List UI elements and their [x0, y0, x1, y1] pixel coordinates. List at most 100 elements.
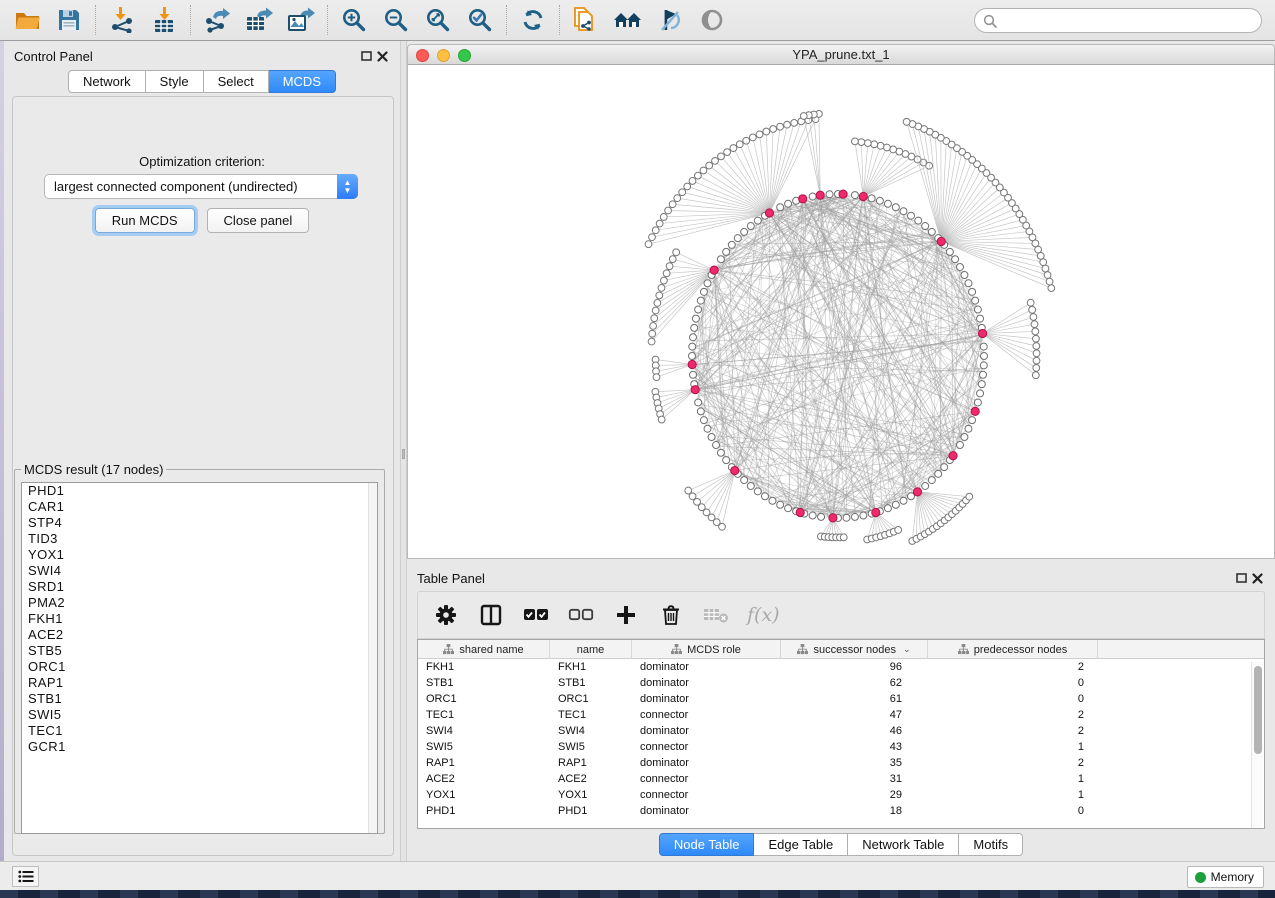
table-row[interactable]: ACE2ACE2connector311: [418, 771, 1264, 787]
window-close-icon[interactable]: [416, 49, 429, 62]
table-row[interactable]: RAP1RAP1dominator352: [418, 755, 1264, 771]
table-row[interactable]: STB1STB1dominator620: [418, 675, 1264, 691]
table-row[interactable]: PHD1PHD1dominator180: [418, 803, 1264, 819]
table-row[interactable]: YOX1YOX1connector291: [418, 787, 1264, 803]
mcds-result-list[interactable]: PHD1CAR1STP4TID3YOX1SWI4SRD1PMA2FKH1ACE2…: [21, 482, 378, 834]
table-row[interactable]: TEC1TEC1connector472: [418, 707, 1264, 723]
cell-MCDS-role: connector: [632, 787, 781, 803]
table-options-button[interactable]: [432, 600, 460, 630]
zoom-out-button[interactable]: [375, 3, 417, 37]
close-table-panel-button[interactable]: [1249, 571, 1265, 585]
table-row[interactable]: SWI5SWI5connector431: [418, 739, 1264, 755]
open-session-button[interactable]: [6, 3, 48, 37]
tab-edge-table[interactable]: Edge Table: [754, 833, 848, 856]
mcds-result-item[interactable]: SWI4: [22, 563, 377, 579]
show-details-button[interactable]: [691, 3, 733, 37]
network-overview-button[interactable]: [607, 3, 649, 37]
mcds-result-item[interactable]: SRD1: [22, 579, 377, 595]
cell-predecessor-nodes: 2: [928, 723, 1098, 739]
column-label: name: [577, 644, 605, 656]
export-image-button[interactable]: [280, 3, 322, 37]
import-table-button[interactable]: [143, 3, 185, 37]
deselect-all-columns-button[interactable]: [567, 600, 595, 630]
mcds-result-item[interactable]: STP4: [22, 515, 377, 531]
toolbar-separator: [95, 5, 96, 35]
network-view-window: YPA_prune.txt_1: [407, 44, 1275, 559]
column-header-MCDS-role[interactable]: MCDS role: [632, 640, 781, 659]
close-mcds-panel-button[interactable]: Close panel: [207, 208, 310, 233]
network-canvas[interactable]: [407, 65, 1275, 559]
column-header-shared-name[interactable]: shared name: [418, 640, 550, 659]
column-type-icon: [958, 644, 969, 655]
mcds-result-item[interactable]: CAR1: [22, 499, 377, 515]
mcds-result-item[interactable]: STB5: [22, 643, 377, 659]
tab-motifs[interactable]: Motifs: [959, 833, 1023, 856]
import-network-button[interactable]: [101, 3, 143, 37]
column-header-name[interactable]: name: [550, 640, 632, 659]
apply-layout-button[interactable]: [512, 3, 554, 37]
search-input[interactable]: [1001, 13, 1241, 28]
desktop-edge: [0, 890, 1275, 898]
share-network-button[interactable]: [565, 3, 607, 37]
mcds-result-item[interactable]: SWI5: [22, 707, 377, 723]
mcds-result-item[interactable]: ACE2: [22, 627, 377, 643]
window-minimize-icon[interactable]: [437, 49, 450, 62]
task-history-button[interactable]: [12, 866, 39, 887]
mcds-result-item[interactable]: GCR1: [22, 739, 377, 755]
export-network-button[interactable]: [196, 3, 238, 37]
zoom-fit-button[interactable]: [417, 3, 459, 37]
cell-shared-name: YOX1: [418, 787, 550, 803]
mcds-result-item[interactable]: STB1: [22, 691, 377, 707]
mcds-result-item[interactable]: RAP1: [22, 675, 377, 691]
mcds-result-legend: MCDS result (17 nodes): [21, 462, 166, 477]
zoom-in-button[interactable]: [333, 3, 375, 37]
tab-mcds[interactable]: MCDS: [269, 70, 336, 93]
search-field[interactable]: [974, 8, 1262, 33]
table-row[interactable]: ORC1ORC1dominator610: [418, 691, 1264, 707]
table-row[interactable]: FKH1FKH1dominator962: [418, 659, 1264, 675]
create-column-button[interactable]: [612, 600, 640, 630]
tab-style[interactable]: Style: [146, 70, 204, 93]
network-window-titlebar[interactable]: YPA_prune.txt_1: [407, 44, 1275, 65]
table-scrollbar[interactable]: [1251, 662, 1263, 828]
delete-table-icon: [703, 606, 729, 624]
select-all-columns-button[interactable]: [522, 600, 550, 630]
window-maximize-icon[interactable]: [458, 49, 471, 62]
float-table-panel-button[interactable]: [1233, 571, 1249, 585]
mcds-result-item[interactable]: FKH1: [22, 611, 377, 627]
column-header-successor-nodes[interactable]: successor nodes⌄: [781, 640, 928, 659]
search-icon: [983, 14, 997, 28]
panel-splitter[interactable]: [400, 41, 407, 861]
tab-select[interactable]: Select: [204, 70, 269, 93]
table-panel-title: Table Panel: [417, 571, 485, 586]
mcds-list-scrollbar[interactable]: [368, 483, 377, 833]
mcds-result-item[interactable]: PHD1: [22, 483, 377, 499]
export-table-button[interactable]: [238, 3, 280, 37]
mcds-result-item[interactable]: TEC1: [22, 723, 377, 739]
zoom-selected-button[interactable]: [459, 3, 501, 37]
float-panel-button[interactable]: [358, 49, 374, 63]
cell-successor-nodes: 61: [781, 691, 928, 707]
mcds-result-item[interactable]: YOX1: [22, 547, 377, 563]
tab-node-table[interactable]: Node Table: [659, 833, 755, 856]
tab-network[interactable]: Network: [68, 70, 146, 93]
tab-network-table[interactable]: Network Table: [848, 833, 959, 856]
mcds-result-item[interactable]: ORC1: [22, 659, 377, 675]
run-mcds-button[interactable]: Run MCDS: [95, 208, 195, 233]
optimization-criterion-select[interactable]: largest connected component (undirected)…: [44, 174, 358, 199]
control-panel: Control Panel NetworkStyleSelectMCDS Opt…: [4, 41, 400, 861]
mcds-result-item[interactable]: TID3: [22, 531, 377, 547]
save-session-button[interactable]: [48, 3, 90, 37]
toggle-panel-layout-button[interactable]: [477, 600, 505, 630]
memory-button[interactable]: Memory: [1187, 866, 1264, 888]
node-table[interactable]: shared name name MCDS rolesuccessor nodes⌄…: [417, 639, 1265, 829]
delete-columns-button[interactable]: [657, 600, 685, 630]
zoom-out-icon: [383, 7, 409, 33]
scrollbar-thumb[interactable]: [1254, 666, 1262, 754]
close-panel-button[interactable]: [374, 49, 390, 63]
column-header-predecessor-nodes[interactable]: predecessor nodes: [928, 640, 1098, 659]
table-row[interactable]: SWI4SWI4dominator462: [418, 723, 1264, 739]
mcds-result-item[interactable]: PMA2: [22, 595, 377, 611]
cell-successor-nodes: 35: [781, 755, 928, 771]
hide-details-button[interactable]: [649, 3, 691, 37]
